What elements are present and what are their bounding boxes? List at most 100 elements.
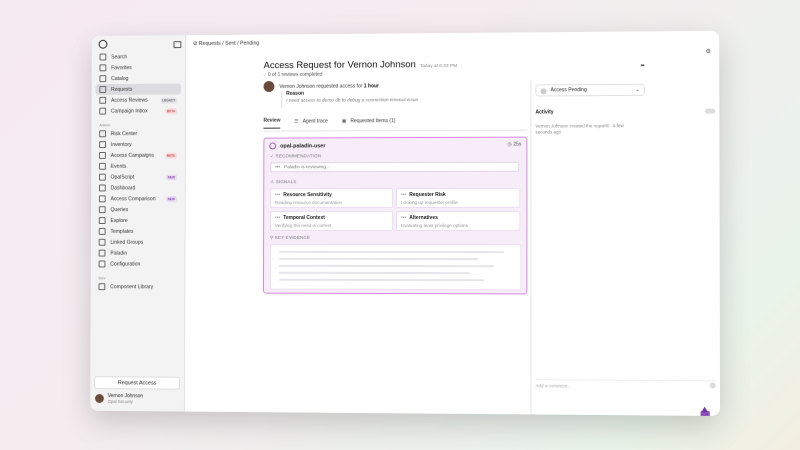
- page-title: Access Request for Vernon Johnson Today a…: [263, 59, 458, 72]
- sidebar-item-inventory[interactable]: Inventory: [95, 139, 181, 150]
- comment-input[interactable]: Add a comment...: [535, 379, 716, 392]
- activity-toggle[interactable]: [705, 108, 716, 114]
- evidence-skeleton: [269, 243, 522, 291]
- skeleton-line: [278, 250, 505, 254]
- search-icon: [99, 53, 107, 61]
- skeleton-line: [278, 278, 485, 282]
- sidebar-item-explore[interactable]: Explore: [95, 215, 181, 226]
- sidebar-item-access-comparison[interactable]: Access Comparison NEW: [95, 193, 181, 204]
- sidebar-item-linked-groups[interactable]: Linked Groups: [95, 237, 181, 248]
- skeleton-line: [278, 271, 471, 275]
- sidebar-item-campaign-inbox[interactable]: Campaign Inbox BETA: [95, 105, 181, 116]
- sidebar-item-opalscript[interactable]: OpalScript NEW: [95, 172, 181, 183]
- events-icon: [99, 162, 106, 170]
- skeleton-line: [278, 264, 495, 268]
- recommendation-box: ••• Paladin is reviewing...: [270, 161, 520, 173]
- section-dev: Dev: [98, 274, 106, 280]
- signal-card: ••• Alternatives Evaluating least privileg…: [396, 210, 521, 232]
- sidebar-item-configuration[interactable]: Configuration: [95, 259, 181, 270]
- campaign-icon: [99, 151, 106, 159]
- collapse-sidebar-icon[interactable]: [173, 41, 182, 49]
- main-content: ⊘ Requests / Sent / Pending ⚙ Access Req…: [184, 31, 721, 417]
- signal-card: ••• Resource Sensitivity Reading resource …: [270, 188, 394, 209]
- request-access-button[interactable]: Request Access: [94, 376, 181, 390]
- compare-icon: [98, 195, 106, 203]
- reason-block: Reason I need access to demo db to debug…: [281, 89, 446, 108]
- beta-badge: BETA: [164, 152, 178, 159]
- loading-dots-icon: •••: [275, 215, 281, 222]
- signal-card: ••• Requester Risk Looking up requester pr…: [396, 187, 521, 209]
- legacy-badge: LEGACY: [160, 96, 178, 103]
- explore-icon: [98, 217, 106, 224]
- request-summary: Vernon Johnson requested access for 1 ho…: [279, 83, 379, 90]
- sidebar-item-risk-center[interactable]: Risk Center: [95, 128, 181, 139]
- inbox-icon: [99, 86, 107, 93]
- tab-requested-items[interactable]: ▣ Requested Items (1): [342, 117, 396, 128]
- sidebar-item-access-reviews[interactable]: Access Reviews LEGACY: [95, 94, 181, 105]
- user-org: Opal Security: [107, 399, 133, 405]
- right-panel: Access Pending ⌄ Activity Vernon Johnson…: [530, 79, 721, 417]
- activity-heading: Activity: [535, 109, 554, 116]
- package-icon: ▣: [341, 117, 347, 124]
- loading-dots-icon: •••: [275, 192, 281, 199]
- loading-dots-icon: •••: [401, 192, 407, 199]
- reviews-progress: ◌ 0 of 1 reviews completed: [263, 71, 323, 79]
- app-logo-icon[interactable]: [98, 39, 108, 49]
- breadcrumb[interactable]: ⊘ Requests / Sent / Pending: [193, 41, 259, 47]
- activity-entry: Vernon Johnson created the request · a f…: [535, 123, 624, 135]
- loading-dots-icon: •••: [401, 215, 407, 222]
- star-icon: [99, 64, 107, 72]
- loading-dots-icon: •••: [275, 164, 281, 170]
- shield-icon: [99, 130, 107, 138]
- avatar: [95, 393, 104, 403]
- paladin-icon: [98, 249, 106, 257]
- sidebar-item-dashboard[interactable]: Dashboard: [95, 182, 181, 193]
- box-icon: [99, 141, 106, 149]
- sidebar-item-component-library[interactable]: Component Library: [95, 281, 181, 292]
- mail-icon: [99, 107, 107, 115]
- key-evidence-label: ⚲ KEY EVIDENCE: [270, 234, 311, 240]
- sidebar-admin-nav: Risk Center Inventory Access Campaigns BE…: [95, 128, 181, 270]
- sidebar-item-templates[interactable]: Templates: [95, 226, 181, 237]
- tabs: Review ☰ Agent trace ▣ Requested Items (1): [263, 117, 409, 129]
- gear-icon: [98, 260, 106, 268]
- settings-gear-icon[interactable]: ⚙: [706, 48, 712, 55]
- review-timer: ◷ 25s: [507, 141, 522, 148]
- signal-card: ••• Temporal Context Verifying the need is…: [270, 211, 394, 231]
- paladin-user-header: opal-paladin-user: [269, 142, 325, 150]
- sidebar-item-queries[interactable]: Queries: [95, 204, 181, 215]
- requester-avatar: [263, 81, 275, 93]
- dashboard-icon: [98, 184, 106, 192]
- new-badge: NEW: [165, 174, 177, 180]
- request-timestamp: Today at 6:33 PM: [419, 63, 458, 70]
- tab-divider: [263, 129, 528, 132]
- sidebar-item-search[interactable]: Search: [96, 51, 182, 62]
- recommendation-label: ✓ RECOMMENDATION: [270, 153, 322, 159]
- list-icon: ☰: [294, 118, 299, 125]
- sidebar-item-access-campaigns[interactable]: Access Campaigns BETA: [95, 150, 181, 161]
- send-icon[interactable]: [709, 382, 716, 389]
- tab-review[interactable]: Review: [263, 117, 281, 129]
- sidebar-item-events[interactable]: Events: [95, 161, 181, 172]
- tab-agent-trace[interactable]: ☰ Agent trace: [294, 117, 328, 128]
- sidebar-item-catalog[interactable]: Catalog: [96, 73, 182, 84]
- status-dropdown[interactable]: Access Pending ⌄: [535, 83, 645, 97]
- user-profile[interactable]: Vernon Johnson Opal Security: [95, 393, 143, 404]
- new-badge: NEW: [165, 195, 177, 202]
- check-icon: [99, 96, 107, 104]
- grid-icon: [98, 283, 106, 291]
- sidebar-item-favorites[interactable]: Favorites: [96, 62, 182, 73]
- signals-label: ⚠ SIGNALS: [270, 179, 297, 185]
- catalog-icon: [99, 75, 107, 83]
- more-options-icon[interactable]: •••: [640, 64, 643, 70]
- sidebar-item-requests[interactable]: Requests: [95, 83, 182, 95]
- paladin-icon: [269, 142, 277, 150]
- app-window: Search Favorites Catalog Requests Access…: [90, 30, 721, 417]
- template-icon: [98, 227, 106, 235]
- sidebar-dev-nav: Component Library: [95, 281, 181, 292]
- beta-badge: BETA: [165, 107, 178, 114]
- sidebar-item-paladin[interactable]: Paladin: [95, 248, 181, 259]
- skeleton-line: [278, 257, 479, 261]
- chevron-down-icon: ⌄: [635, 86, 640, 93]
- paladin-mascot-icon[interactable]: [700, 410, 710, 417]
